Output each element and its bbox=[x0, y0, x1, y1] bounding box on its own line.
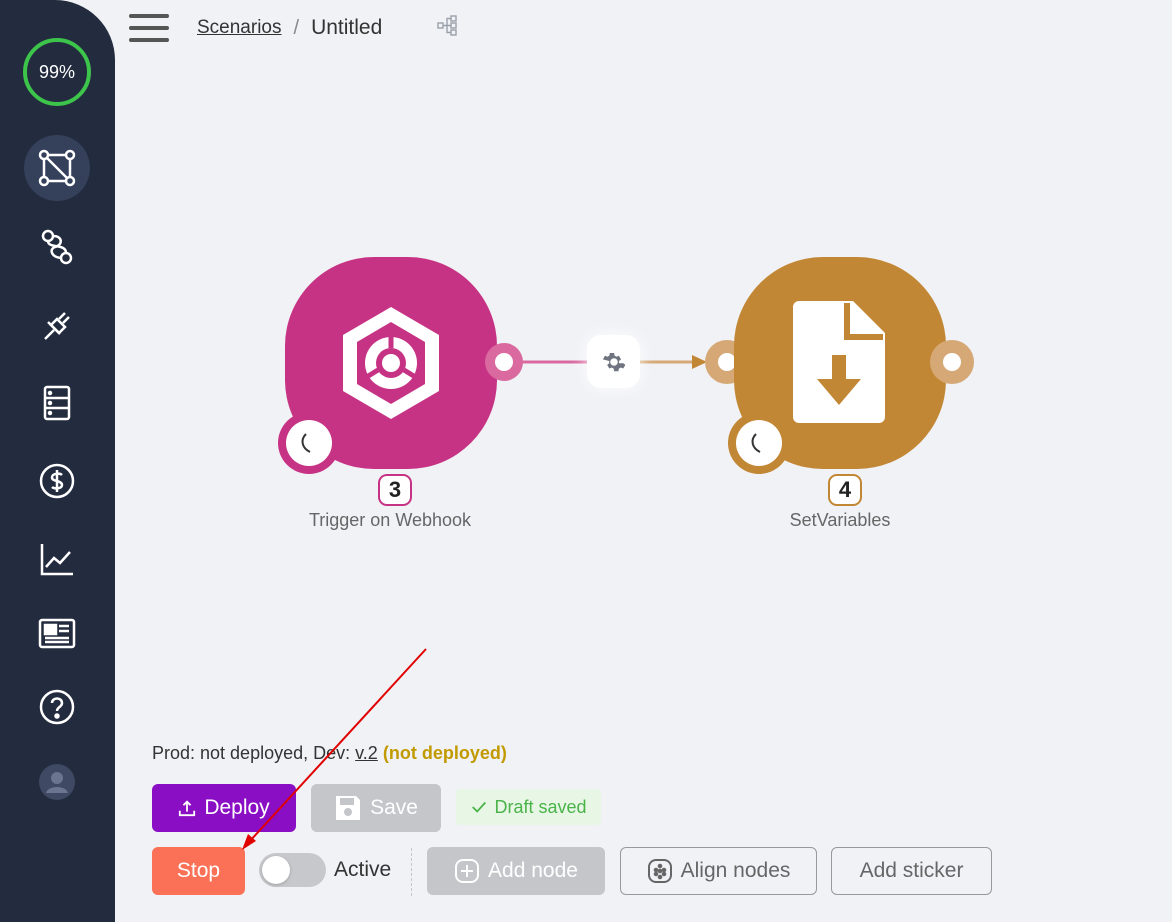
active-toggle-label: Active bbox=[334, 858, 392, 881]
workflow-icon bbox=[41, 229, 73, 265]
upload-icon bbox=[179, 800, 196, 817]
add-sticker-label: Add sticker bbox=[859, 859, 964, 882]
deploy-button[interactable]: Deploy bbox=[152, 784, 296, 832]
hamburger-line bbox=[129, 14, 169, 18]
loading-spinner-icon bbox=[301, 433, 311, 453]
align-nodes-label: Align nodes bbox=[680, 859, 791, 882]
sidebar-item-storage[interactable] bbox=[24, 370, 90, 436]
deploy-button-label: Deploy bbox=[204, 796, 270, 819]
sidebar: 99% bbox=[0, 0, 115, 922]
node-3-number: 3 bbox=[378, 474, 412, 506]
node-4-number: 4 bbox=[828, 474, 862, 506]
plus-circle-icon bbox=[455, 859, 480, 883]
node-3-output-port[interactable] bbox=[485, 343, 523, 381]
node-3-label: Trigger on Webhook bbox=[308, 510, 472, 530]
gear-icon bbox=[602, 352, 625, 371]
breadcrumb: Scenarios / Untitled bbox=[197, 16, 382, 40]
file-download-icon bbox=[793, 301, 885, 423]
plug-icon bbox=[44, 312, 70, 340]
add-node-button[interactable]: Add node bbox=[427, 847, 605, 895]
floppy-disk-icon bbox=[336, 796, 361, 820]
user-icon bbox=[39, 764, 75, 800]
breadcrumb-separator: / bbox=[293, 16, 300, 39]
connection-settings-button[interactable] bbox=[587, 335, 640, 388]
sidebar-item-profile[interactable] bbox=[24, 749, 90, 815]
sidebar-item-integrations[interactable] bbox=[24, 292, 90, 358]
node-4-label: SetVariables bbox=[789, 510, 891, 530]
deployment-status-prefix: Prod: not deployed, Dev: bbox=[152, 743, 351, 763]
stop-button[interactable]: Stop bbox=[152, 847, 245, 895]
news-icon bbox=[38, 618, 76, 649]
hamburger-line bbox=[129, 38, 169, 42]
scenarios-icon bbox=[38, 149, 76, 187]
tree-structure-icon[interactable] bbox=[436, 14, 460, 38]
align-nodes-button[interactable]: Align nodes bbox=[620, 847, 817, 895]
menu-toggle-button[interactable] bbox=[129, 14, 169, 42]
deployment-status: Prod: not deployed, Dev: v.2 (not deploy… bbox=[152, 743, 507, 764]
sidebar-item-help[interactable] bbox=[24, 674, 90, 740]
draft-saved-label: Draft saved bbox=[494, 796, 587, 817]
progress-indicator: 99% bbox=[23, 38, 91, 106]
add-sticker-button[interactable]: Add sticker bbox=[831, 847, 992, 895]
page-title[interactable]: Untitled bbox=[311, 16, 382, 40]
chart-icon bbox=[40, 544, 73, 576]
breadcrumb-scenarios-link[interactable]: Scenarios bbox=[197, 17, 282, 39]
add-node-label: Add node bbox=[488, 859, 578, 882]
sidebar-item-scenarios[interactable] bbox=[24, 135, 90, 201]
sidebar-item-news[interactable] bbox=[24, 600, 90, 666]
help-icon bbox=[39, 689, 75, 725]
draft-saved-status: Draft saved bbox=[456, 789, 601, 825]
active-toggle[interactable] bbox=[259, 853, 326, 887]
webhook-icon bbox=[343, 307, 439, 419]
sidebar-item-billing[interactable] bbox=[24, 448, 90, 514]
sidebar-item-workflows[interactable] bbox=[24, 214, 90, 280]
sidebar-item-analytics[interactable] bbox=[24, 526, 90, 592]
node-4-output-port[interactable] bbox=[930, 340, 974, 384]
save-button-label: Save bbox=[370, 796, 418, 819]
dev-version-link[interactable]: v.2 bbox=[355, 743, 378, 763]
hamburger-line bbox=[129, 26, 169, 30]
toolbar-divider bbox=[411, 848, 412, 896]
save-button[interactable]: Save bbox=[311, 784, 441, 832]
progress-value: 99% bbox=[38, 61, 76, 82]
loading-spinner-icon bbox=[751, 433, 761, 453]
stop-button-label: Stop bbox=[176, 859, 221, 882]
toggle-knob bbox=[262, 856, 290, 884]
node-3-status-indicator bbox=[278, 412, 340, 474]
dollar-icon bbox=[39, 463, 75, 499]
node-4-status-indicator bbox=[728, 412, 790, 474]
storage-icon bbox=[43, 385, 71, 421]
dev-deploy-state: (not deployed) bbox=[382, 743, 507, 763]
annotation-arrowhead bbox=[242, 834, 256, 850]
align-dots-icon bbox=[647, 859, 672, 883]
check-icon bbox=[472, 801, 487, 813]
